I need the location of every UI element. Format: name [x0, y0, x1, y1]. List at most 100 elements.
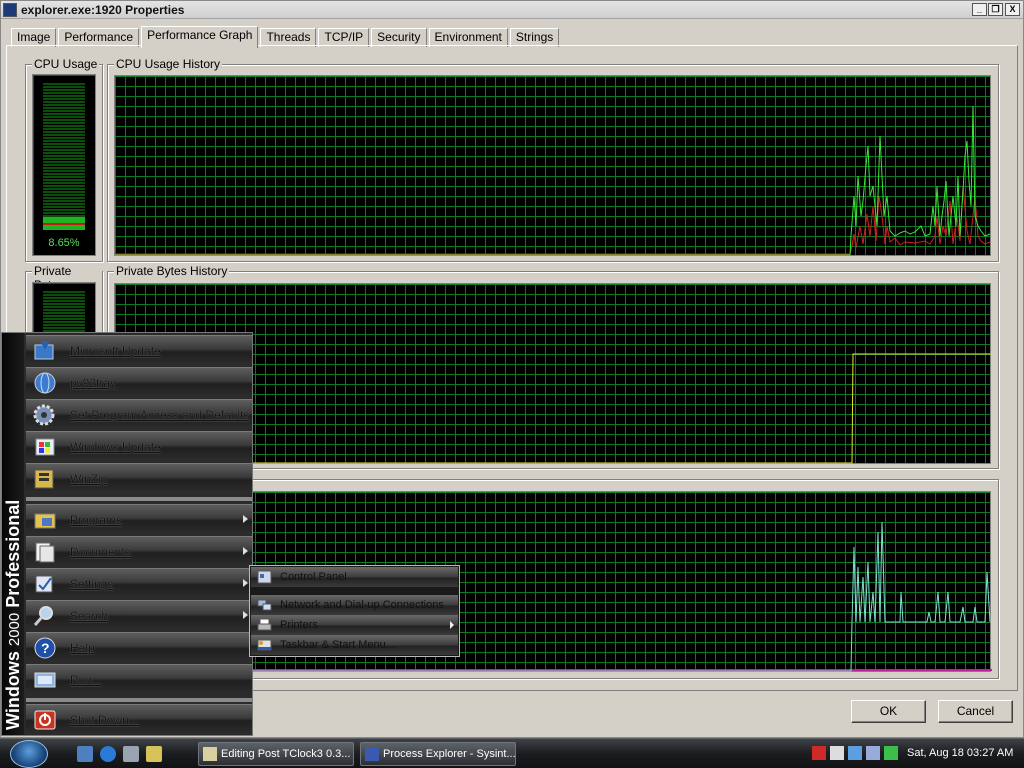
start-item-label: Settings	[70, 577, 114, 591]
windows-update-icon	[35, 438, 55, 456]
title-bar[interactable]: explorer.exe:1920 Properties _ ❐ X	[1, 1, 1023, 19]
settings-submenu: Control Panel Network and Dial-up Connec…	[249, 565, 460, 657]
quicklaunch-app-icon[interactable]	[146, 746, 162, 762]
start-menu: Windows 2000 Professional Microsoft Upda…	[1, 332, 253, 736]
cpu-history-graph	[114, 75, 991, 256]
submenu-item-printers[interactable]: Printers	[251, 615, 458, 635]
submenu-item-control-panel[interactable]: Control Panel	[251, 567, 458, 587]
document-icon	[203, 747, 217, 761]
start-item-label: Documents	[70, 545, 131, 559]
internet-explorer-icon[interactable]	[100, 746, 116, 762]
submenu-arrow-icon	[243, 579, 248, 587]
help-icon: ?	[34, 637, 56, 659]
cpu-meter-kernel-fill	[43, 223, 85, 225]
task-editing-post[interactable]: Editing Post TClock3 0.3...	[198, 742, 354, 766]
search-icon	[33, 606, 53, 626]
app-icon	[3, 3, 17, 17]
settings-icon	[35, 575, 53, 593]
start-button[interactable]	[10, 740, 48, 768]
cpu-history-group: CPU Usage History	[107, 57, 999, 262]
start-item-microsoft-update[interactable]: Microsoft Update	[26, 335, 252, 365]
start-item-run[interactable]: Run...	[26, 664, 252, 694]
printer-icon	[257, 618, 272, 631]
power-icon	[34, 710, 56, 730]
computer-icon[interactable]	[123, 746, 139, 762]
globe-icon	[34, 372, 56, 394]
start-item-settings[interactable]: Settings	[26, 568, 252, 598]
start-item-label: Set Program Access and Defaults	[70, 408, 250, 422]
start-item-label: pv92tray	[70, 376, 117, 390]
cpu-usage-label: CPU Usage	[32, 57, 100, 71]
cpu-usage-value: 8.65%	[48, 237, 80, 249]
task-process-explorer[interactable]: Process Explorer - Sysint...	[360, 742, 516, 766]
microsoft-update-icon	[34, 341, 54, 360]
taskbar-settings-icon	[257, 639, 272, 651]
cpu-kernel-line	[115, 185, 991, 255]
documents-icon	[35, 542, 55, 563]
cpu-meter-bars	[43, 83, 85, 230]
cpu-history-label: CPU Usage History	[114, 57, 223, 71]
cpu-usage-meter: 8.65%	[32, 74, 96, 256]
task-label: Process Explorer - Sysint...	[383, 748, 516, 760]
start-item-label: Help	[70, 641, 95, 655]
start-item-programs[interactable]: Programs	[26, 504, 252, 534]
submenu-item-label: Network and Dial-up Connections	[280, 599, 444, 611]
submenu-item-label: Printers	[280, 619, 318, 631]
run-icon	[34, 672, 56, 688]
taskbar: Editing Post TClock3 0.3... Process Expl…	[0, 738, 1024, 768]
submenu-arrow-icon	[450, 621, 454, 629]
process-explorer-icon	[365, 747, 379, 761]
start-item-windows-update[interactable]: Windows Update	[26, 431, 252, 461]
programs-folder-icon	[34, 513, 56, 529]
activity-tray-icon[interactable]	[884, 746, 898, 760]
start-menu-banner: Windows 2000 Professional	[2, 333, 24, 735]
start-item-label: Programs	[70, 513, 123, 527]
start-item-help[interactable]: ? Help	[26, 632, 252, 662]
submenu-item-label: Taskbar & Start Menu...	[280, 639, 395, 651]
network-tray-icon[interactable]	[848, 746, 862, 760]
cancel-button[interactable]: Cancel	[938, 700, 1013, 723]
messenger-tray-icon[interactable]	[830, 746, 844, 760]
show-desktop-icon[interactable]	[77, 746, 93, 762]
submenu-arrow-icon	[243, 515, 248, 523]
start-menu-banner-text: Windows 2000 Professional	[3, 330, 25, 730]
svg-text:?: ?	[41, 640, 50, 656]
submenu-item-taskbar-start-menu[interactable]: Taskbar & Start Menu...	[251, 635, 458, 655]
restore-button[interactable]: ❐	[988, 3, 1003, 16]
cpu-history-plot	[115, 105, 991, 256]
start-item-set-program-access[interactable]: Set Program Access and Defaults	[26, 399, 252, 429]
start-item-label: Run...	[70, 673, 103, 687]
start-item-label: Shut Down...	[70, 713, 139, 727]
window-title: explorer.exe:1920 Properties	[21, 3, 185, 17]
network-icon	[257, 599, 272, 611]
start-item-label: Search	[70, 609, 109, 623]
tab-performance-graph[interactable]: Performance Graph	[141, 26, 259, 48]
submenu-arrow-icon	[243, 611, 248, 619]
private-bytes-history-label: Private Bytes History	[114, 264, 230, 278]
gear-icon	[33, 404, 55, 426]
start-item-label: Microsoft Update	[70, 344, 161, 358]
banner-version: 2000	[6, 612, 23, 647]
start-menu-separator	[26, 698, 252, 702]
submenu-item-network-connections[interactable]: Network and Dial-up Connections	[251, 595, 458, 615]
banner-brand: Windows	[3, 651, 23, 730]
start-item-pv92tray[interactable]: pv92tray	[26, 367, 252, 397]
start-item-label: WinZip	[70, 472, 108, 486]
control-panel-icon	[257, 570, 272, 584]
start-item-search[interactable]: Search	[26, 600, 252, 630]
banner-edition: Professional	[3, 499, 23, 608]
close-button[interactable]: X	[1005, 3, 1020, 16]
start-item-winzip[interactable]: WinZip	[26, 463, 252, 493]
cpu-usage-group: CPU Usage 8.65%	[25, 57, 103, 262]
start-item-documents[interactable]: Documents	[26, 536, 252, 566]
display-tray-icon[interactable]	[866, 746, 880, 760]
antivirus-tray-icon[interactable]	[812, 746, 826, 760]
start-item-label: Windows Update	[70, 440, 161, 454]
minimize-button[interactable]: _	[972, 3, 987, 16]
clock[interactable]: Sat, Aug 18 03:27 AM	[907, 747, 1013, 759]
start-item-shut-down[interactable]: Shut Down...	[26, 704, 252, 734]
task-label: Editing Post TClock3 0.3...	[221, 748, 351, 760]
ok-button[interactable]: OK	[851, 700, 926, 723]
winzip-icon	[34, 469, 54, 489]
submenu-arrow-icon	[243, 547, 248, 555]
